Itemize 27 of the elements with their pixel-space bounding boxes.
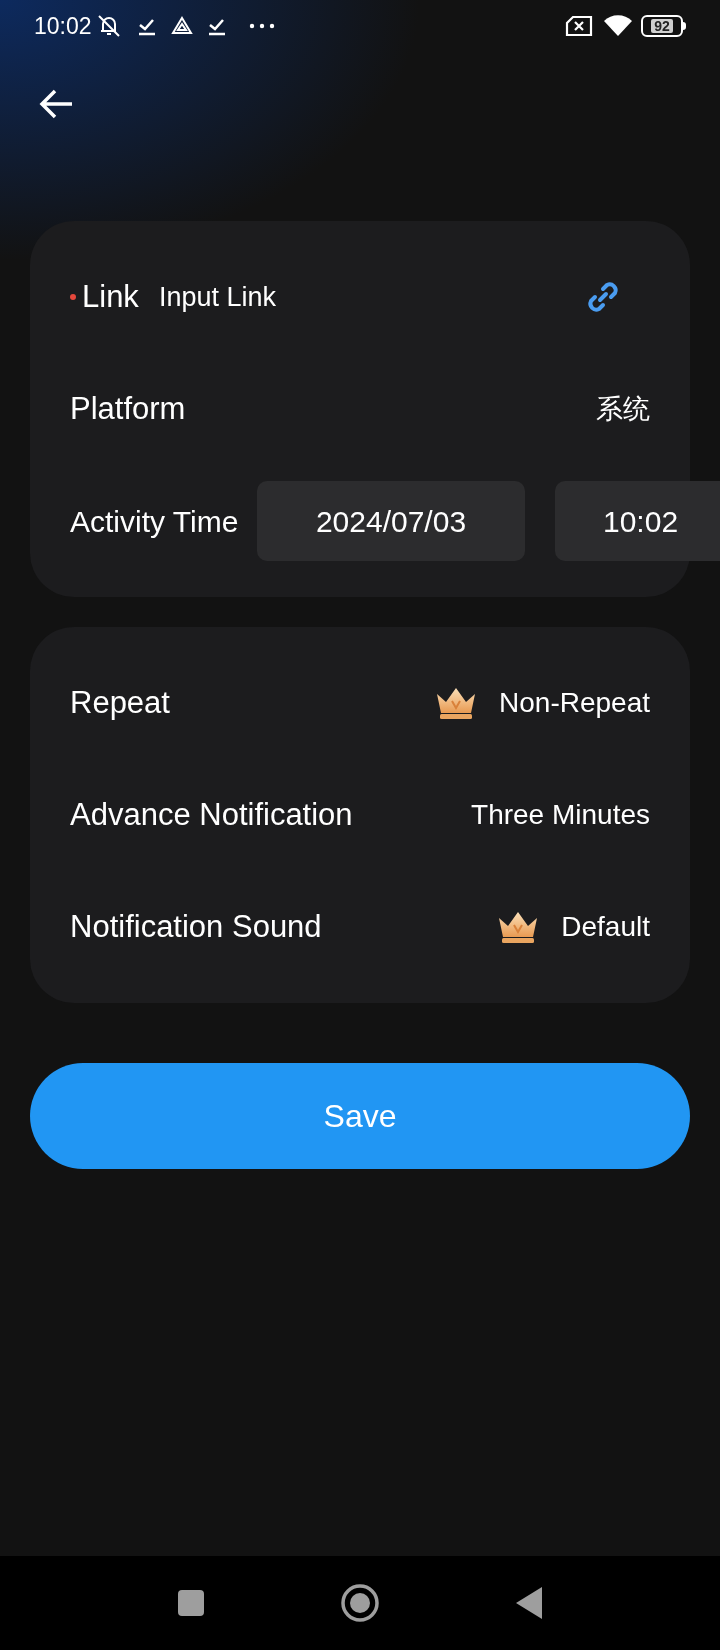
setting-label: Notification Sound [70,907,323,946]
back-triangle-icon[interactable] [515,1586,543,1620]
more-icon [248,23,275,29]
battery-icon: 92 [641,15,686,37]
square-icon[interactable] [177,1589,205,1617]
crown-icon [435,686,477,720]
chain-link-icon[interactable] [586,280,620,314]
setting-label: Advance Notification [70,795,354,834]
back-arrow-icon [38,88,74,120]
status-time: 10:02 [34,11,92,41]
setting-label: Repeat [70,683,171,722]
crown-icon [497,910,540,944]
wifi-icon [603,14,633,38]
no-sim-icon [565,15,593,37]
home-circle-icon[interactable] [340,1583,380,1623]
activity-time-label: Activity Time [70,503,240,540]
back-button[interactable] [38,88,74,120]
setting-value[interactable]: Default [561,906,650,948]
setting-value[interactable]: Non-Repeat [499,682,650,724]
link-input-field[interactable]: Input Link [158,276,586,318]
platform-value[interactable]: 系统 [596,388,650,430]
triangle-icon [170,16,193,36]
setting-value[interactable]: Three Minutes [471,794,650,836]
link-label: Link [82,277,139,316]
time-field[interactable]: 10:02 [555,481,720,561]
platform-label: Platform [70,389,186,428]
date-field[interactable]: 2024/07/03 [257,481,525,561]
